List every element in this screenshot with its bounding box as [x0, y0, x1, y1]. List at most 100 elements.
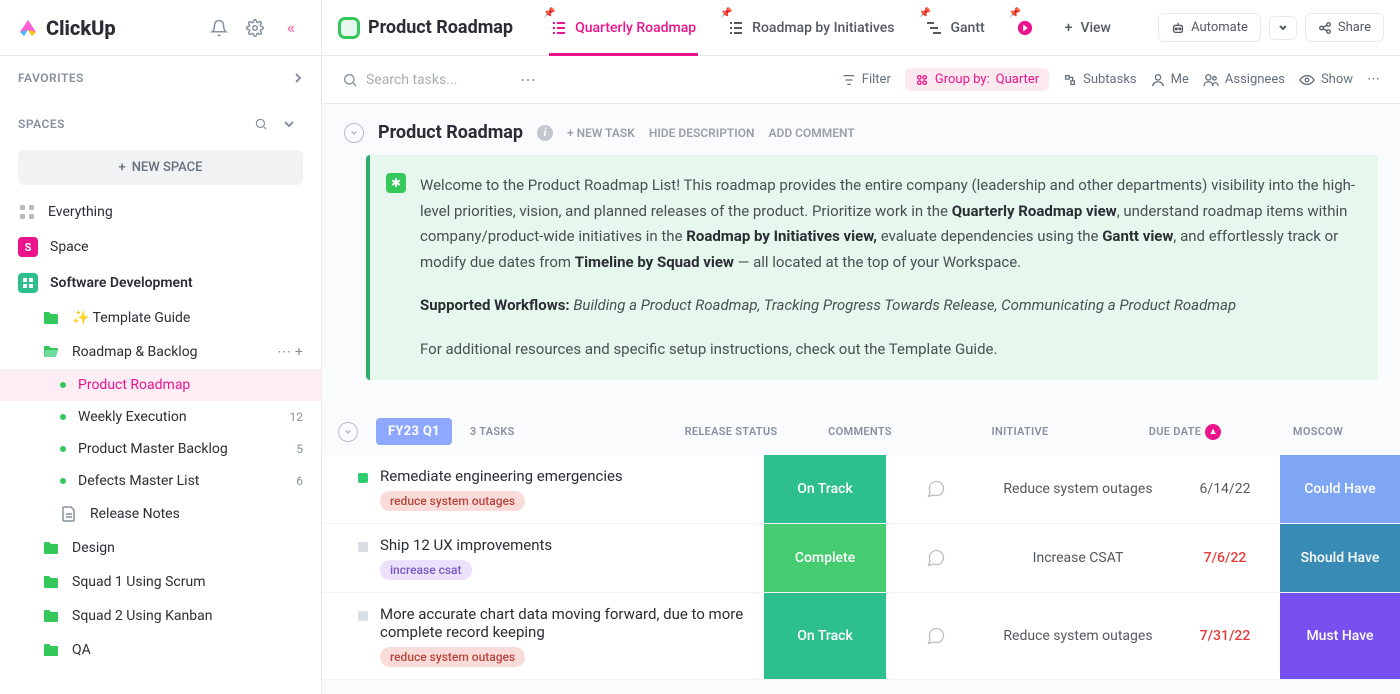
- sidebar-item-everything[interactable]: Everything: [0, 195, 321, 229]
- release-status-cell[interactable]: Complete: [764, 524, 886, 592]
- initiative-cell[interactable]: Reduce system outages: [986, 593, 1170, 679]
- folder-icon: [42, 539, 60, 557]
- tab-roadmap-initiatives[interactable]: 📌 Roadmap by Initiatives: [716, 0, 906, 56]
- group-value: Quarter: [996, 72, 1039, 87]
- more-icon[interactable]: ⋯: [277, 344, 291, 360]
- me-button[interactable]: Me: [1151, 72, 1189, 87]
- sidebar-item-defects[interactable]: Defects Master List 6: [0, 465, 321, 497]
- moscow-cell[interactable]: Must Have: [1280, 593, 1400, 679]
- sidebar-item-template-guide[interactable]: ✨ Template Guide: [0, 301, 321, 335]
- col-release-status[interactable]: RELEASE STATUS: [670, 425, 792, 438]
- group-name-badge[interactable]: FY23 Q1: [376, 418, 452, 445]
- comments-cell[interactable]: [886, 524, 986, 592]
- share-button[interactable]: Share: [1305, 13, 1384, 42]
- new-task-button[interactable]: + NEW TASK: [567, 126, 635, 140]
- task-tag[interactable]: reduce system outages: [380, 491, 525, 511]
- page-title: Product Roadmap: [368, 17, 513, 38]
- subtasks-button[interactable]: Subtasks: [1063, 72, 1137, 87]
- sidebar-item-squad2[interactable]: Squad 2 Using Kanban: [0, 599, 321, 633]
- logo[interactable]: ClickUp: [16, 16, 197, 40]
- sidebar-item-squad1[interactable]: Squad 1 Using Scrum: [0, 565, 321, 599]
- moscow-cell[interactable]: Should Have: [1280, 524, 1400, 592]
- task-row[interactable]: Ship 12 UX improvements increase csat Comp…: [322, 524, 1400, 593]
- task-tag[interactable]: increase csat: [380, 560, 472, 580]
- hide-description-button[interactable]: HIDE DESCRIPTION: [649, 126, 755, 140]
- task-title[interactable]: Ship 12 UX improvements: [380, 536, 754, 554]
- task-row[interactable]: More accurate chart data moving forward,…: [322, 593, 1400, 680]
- task-title[interactable]: Remediate engineering emergencies: [380, 467, 754, 485]
- folder-icon: [42, 309, 60, 327]
- comments-cell[interactable]: [886, 455, 986, 523]
- pin-icon: 📌: [543, 8, 555, 19]
- task-status-icon[interactable]: [358, 473, 368, 483]
- everything-label: Everything: [48, 204, 113, 220]
- tab-extra[interactable]: 📌: [1005, 0, 1045, 56]
- show-button[interactable]: Show: [1299, 72, 1353, 87]
- view-badge-icon: [1017, 20, 1033, 36]
- automate-button[interactable]: Automate: [1158, 13, 1261, 42]
- toolbar-more-icon[interactable]: ⋯: [1367, 72, 1380, 87]
- due-date-cell[interactable]: 7/6/22: [1170, 524, 1280, 592]
- list-status-icon[interactable]: [338, 17, 360, 39]
- sidebar-item-weekly-execution[interactable]: Weekly Execution 12: [0, 401, 321, 433]
- sidebar-item-pmb[interactable]: Product Master Backlog 5: [0, 433, 321, 465]
- pmb-count: 5: [296, 442, 303, 456]
- chevron-right-icon: [293, 70, 303, 86]
- collapse-group-icon[interactable]: [338, 422, 358, 442]
- release-status-cell[interactable]: On Track: [764, 593, 886, 679]
- filter-button[interactable]: Filter: [842, 72, 891, 87]
- task-status-icon[interactable]: [358, 542, 368, 552]
- sidebar-item-roadmap-backlog[interactable]: Roadmap & Backlog ⋯ +: [0, 335, 321, 369]
- add-comment-button[interactable]: ADD COMMENT: [769, 126, 855, 140]
- favorites-header[interactable]: FAVORITES: [0, 56, 321, 96]
- task-status-icon[interactable]: [358, 611, 368, 621]
- search-spaces-icon[interactable]: [247, 110, 275, 138]
- collapse-spaces-icon[interactable]: [275, 110, 303, 138]
- due-date-cell[interactable]: 7/31/22: [1170, 593, 1280, 679]
- sidebar-item-product-roadmap[interactable]: Product Roadmap: [0, 369, 321, 401]
- sidebar-item-qa[interactable]: QA: [0, 633, 321, 667]
- release-status-cell[interactable]: On Track: [764, 455, 886, 523]
- sidebar-item-space[interactable]: S Space: [0, 229, 321, 265]
- list-view-icon: [551, 20, 567, 36]
- assignees-button[interactable]: Assignees: [1203, 72, 1285, 87]
- group-by-button[interactable]: Group by: Quarter: [905, 68, 1049, 91]
- due-date-cell[interactable]: 6/14/22: [1170, 455, 1280, 523]
- product-roadmap-label: Product Roadmap: [78, 377, 190, 393]
- col-due-date[interactable]: DUE DATE▲: [1130, 424, 1240, 440]
- search-more-icon[interactable]: ⋯: [514, 66, 542, 94]
- col-comments[interactable]: COMMENTS: [810, 425, 910, 438]
- new-space-button[interactable]: + NEW SPACE: [18, 150, 303, 185]
- topbar: Product Roadmap 📌 Quarterly Roadmap 📌 Ro…: [322, 0, 1400, 56]
- clickup-logo-icon: [16, 16, 40, 40]
- task-tag[interactable]: reduce system outages: [380, 647, 525, 667]
- add-icon[interactable]: +: [295, 344, 303, 360]
- list-title: Product Roadmap: [378, 122, 523, 143]
- notifications-icon[interactable]: [205, 14, 233, 42]
- info-icon[interactable]: i: [537, 125, 553, 141]
- tab-quarterly-roadmap[interactable]: 📌 Quarterly Roadmap: [539, 0, 708, 56]
- sidebar-item-release-notes[interactable]: Release Notes: [0, 497, 321, 531]
- task-title[interactable]: More accurate chart data moving forward,…: [380, 605, 754, 641]
- settings-icon[interactable]: [241, 14, 269, 42]
- comments-cell[interactable]: [886, 593, 986, 679]
- collapse-list-icon[interactable]: [344, 123, 364, 143]
- add-view-button[interactable]: + View: [1053, 0, 1123, 56]
- search-input[interactable]: [366, 72, 506, 88]
- automate-dropdown[interactable]: [1269, 16, 1297, 40]
- tab-gantt[interactable]: 📌 Gantt: [914, 0, 996, 56]
- template-guide-label: ✨ Template Guide: [72, 310, 190, 326]
- task-list: Remediate engineering emergencies reduce …: [322, 455, 1400, 680]
- col-initiative[interactable]: INITIATIVE: [928, 425, 1112, 438]
- initiative-cell[interactable]: Increase CSAT: [986, 524, 1170, 592]
- col-moscow[interactable]: MOSCOW: [1258, 425, 1378, 438]
- group-header: FY23 Q1 3 TASKS RELEASE STATUS COMMENTS …: [322, 408, 1400, 455]
- moscow-cell[interactable]: Could Have: [1280, 455, 1400, 523]
- collapse-sidebar-icon[interactable]: «: [277, 14, 305, 42]
- tab-quarterly-label: Quarterly Roadmap: [575, 20, 696, 36]
- folder-open-icon: [42, 343, 60, 361]
- sidebar-item-software-dev[interactable]: Software Development: [0, 265, 321, 301]
- initiative-cell[interactable]: Reduce system outages: [986, 455, 1170, 523]
- sidebar-item-design[interactable]: Design: [0, 531, 321, 565]
- task-row[interactable]: Remediate engineering emergencies reduce …: [322, 455, 1400, 524]
